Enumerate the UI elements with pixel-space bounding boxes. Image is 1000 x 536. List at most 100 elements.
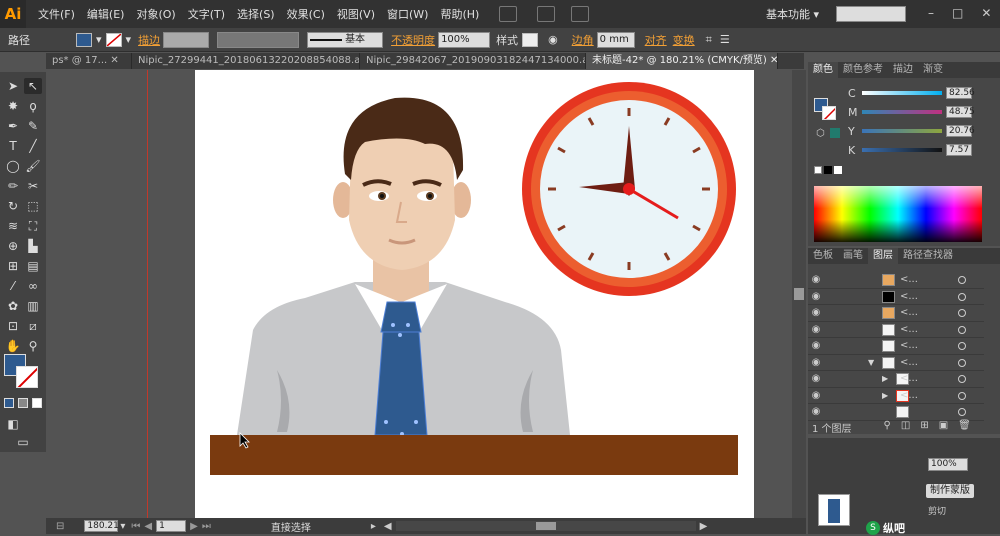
chevron-down-icon[interactable]: ▾	[96, 33, 102, 46]
menu-edit[interactable]: 编辑(E)	[81, 6, 131, 22]
menu-file[interactable]: 文件(F)	[32, 6, 81, 22]
opacity-link[interactable]: 不透明度	[391, 32, 435, 48]
blend-tool-icon[interactable]: ∞	[24, 278, 42, 294]
layer-name[interactable]: <...	[900, 291, 918, 302]
layer-name[interactable]: <...	[900, 373, 918, 384]
canvas-area[interactable]	[46, 70, 792, 518]
selection-tool-icon[interactable]: ➤	[4, 78, 22, 94]
menu-effect[interactable]: 效果(C)	[281, 6, 331, 22]
zoom-field[interactable]: 180.21	[84, 520, 119, 532]
black-slider[interactable]: K 7.57	[848, 143, 972, 157]
target-icon[interactable]	[958, 408, 966, 416]
menu-help[interactable]: 帮助(H)	[434, 6, 485, 22]
corner-link[interactable]: 边角	[572, 32, 594, 48]
line-tool-icon[interactable]: ╱	[24, 138, 42, 154]
make-mask-button[interactable]: 制作蒙版	[926, 484, 974, 498]
prev-artboard-icon[interactable]: ◀	[144, 521, 152, 532]
tab-document-1[interactable]: ps* @ 17... ✕	[46, 53, 132, 69]
layer-row[interactable]: ◉ <...	[808, 305, 984, 322]
none-swatch[interactable]	[814, 166, 822, 174]
magenta-track[interactable]	[862, 110, 942, 114]
layer-row[interactable]: ◉ <...	[808, 322, 984, 338]
warp-tool-icon[interactable]: ≋	[4, 218, 22, 234]
cyan-slider[interactable]: C 82.56	[848, 86, 975, 100]
artboard-tool-icon[interactable]: ⊡	[4, 318, 22, 334]
minimize-icon[interactable]: –	[928, 6, 934, 20]
mesh-tool-icon[interactable]: ⊞	[4, 258, 22, 274]
none-mode-icon[interactable]	[32, 398, 42, 408]
target-icon[interactable]	[958, 276, 966, 284]
pen-tool-icon[interactable]: ✒	[4, 118, 22, 134]
tab-brushes[interactable]: 画笔	[838, 248, 868, 264]
opacity-field[interactable]: 100%	[438, 31, 491, 48]
tab-stroke[interactable]: 描边	[888, 62, 918, 78]
target-icon[interactable]	[958, 375, 966, 383]
eye-icon[interactable]: ◉	[808, 274, 824, 285]
zoom-tool-icon[interactable]: ⚲	[24, 338, 42, 354]
brush-definition[interactable]: 基本	[307, 31, 384, 48]
control-menu-icon[interactable]: ☰	[720, 33, 730, 46]
eye-icon[interactable]: ◉	[808, 406, 824, 417]
hand-tool-icon[interactable]: ✋	[4, 338, 22, 354]
menu-type[interactable]: 文字(T)	[182, 6, 231, 22]
gradient-tool-icon[interactable]: ▤	[24, 258, 42, 274]
symbol-sprayer-icon[interactable]: ✿	[4, 298, 22, 314]
horizontal-scrollbar[interactable]	[395, 521, 696, 531]
menu-select[interactable]: 选择(S)	[231, 6, 281, 22]
layer-row-subgroup[interactable]: ◉ ▶ <...	[808, 371, 984, 388]
screen-mode-icon[interactable]: ▭	[14, 434, 32, 450]
menu-window[interactable]: 窗口(W)	[381, 6, 434, 22]
tab-color-guide[interactable]: 颜色参考	[838, 62, 888, 78]
last-artboard-icon[interactable]: ⏭	[202, 521, 211, 532]
eye-icon[interactable]: ◉	[808, 373, 824, 384]
color-mode-icon[interactable]	[4, 398, 14, 408]
layer-name[interactable]: <...	[900, 274, 918, 285]
scale-tool-icon[interactable]: ⬚	[24, 198, 42, 214]
out-of-gamut-icon[interactable]: ⬡	[816, 128, 825, 139]
yellow-track[interactable]	[862, 129, 942, 133]
stroke-weight-field[interactable]	[163, 31, 210, 48]
transparency-opacity-field[interactable]: 100%	[928, 458, 968, 471]
ellipse-tool-icon[interactable]: ◯	[4, 158, 22, 174]
eye-icon[interactable]: ◉	[808, 357, 824, 368]
eye-icon[interactable]: ◉	[808, 307, 824, 318]
next-artboard-icon[interactable]: ▶	[190, 521, 198, 532]
layer-name[interactable]: <...	[900, 307, 918, 318]
shape-builder-icon[interactable]: ⊕	[4, 238, 22, 254]
magenta-slider[interactable]: M 48.75	[848, 105, 975, 119]
clip-checkbox-label[interactable]: 剪切	[928, 504, 946, 517]
zoom-icon[interactable]: ⊟	[56, 521, 64, 532]
arrange-documents-icon[interactable]	[537, 6, 556, 22]
color-mode-buttons[interactable]	[4, 398, 42, 408]
hscroll-left-icon[interactable]: ◀	[384, 521, 392, 532]
target-icon[interactable]	[958, 309, 966, 317]
scrollbar-thumb[interactable]	[794, 288, 804, 300]
eye-icon[interactable]: ◉	[808, 324, 824, 335]
target-icon[interactable]	[958, 292, 966, 301]
panel-stroke-swatch[interactable]	[822, 106, 836, 120]
black-track[interactable]	[862, 148, 942, 152]
stroke-color-box[interactable]	[16, 366, 38, 388]
target-icon[interactable]	[958, 342, 966, 350]
maximize-icon[interactable]: □	[952, 6, 963, 20]
tab-color[interactable]: 颜色	[808, 62, 838, 78]
black-value[interactable]: 7.57	[946, 144, 972, 156]
black-swatch[interactable]	[824, 166, 832, 174]
layer-row-group[interactable]: ◉ ▼ <...	[808, 355, 984, 371]
cyan-value[interactable]: 82.56	[946, 87, 975, 99]
layer-row[interactable]: ◉ <...	[808, 272, 984, 289]
tab-layers[interactable]: 图层	[868, 248, 898, 264]
tab-pathfinder[interactable]: 路径查找器	[898, 248, 958, 264]
eyedropper-icon[interactable]: ⁄	[4, 278, 22, 294]
hscroll-thumb[interactable]	[535, 522, 556, 530]
fill-swatch[interactable]	[76, 32, 92, 47]
magenta-value[interactable]: 48.75	[946, 106, 975, 118]
column-graph-icon[interactable]: ▥	[24, 298, 42, 314]
pencil-icon[interactable]: ✏	[4, 178, 22, 194]
type-tool-icon[interactable]: T	[4, 138, 22, 154]
artboard-number-field[interactable]: 1	[156, 520, 187, 532]
yellow-slider[interactable]: Y 20.76	[848, 124, 975, 138]
chart-tool-icon[interactable]: ▙	[24, 238, 42, 254]
tab-swatches[interactable]: 色板	[808, 248, 838, 264]
new-layer-icon[interactable]: ▣	[939, 420, 948, 435]
